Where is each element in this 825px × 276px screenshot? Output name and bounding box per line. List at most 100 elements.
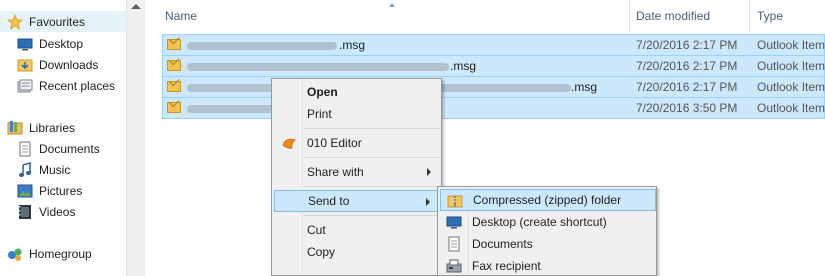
column-separator[interactable] (749, 0, 750, 32)
navigation-pane: Favourites Desktop Downloads Recent plac… (0, 0, 144, 276)
context-menu: Open Print 010 Editor Share with Send to… (271, 78, 442, 276)
nav-item-label: Downloads (39, 57, 99, 72)
menu-separator (304, 215, 439, 216)
menu-item-label: Cut (307, 223, 326, 237)
nav-item-label: Documents (39, 141, 100, 156)
nav-item-desktop[interactable]: Desktop (17, 33, 83, 54)
nav-item-music[interactable]: Music (17, 159, 70, 180)
menu-item-copy[interactable]: Copy (274, 241, 439, 263)
submenu-arrow-icon (426, 198, 430, 206)
fax-icon (446, 258, 462, 274)
documents-icon (446, 236, 462, 252)
menu-item-010-editor[interactable]: 010 Editor (274, 132, 439, 154)
nav-item-pictures[interactable]: Pictures (17, 180, 82, 201)
nav-item-label: Desktop (39, 36, 84, 51)
nav-item-recent-places[interactable]: Recent places (17, 75, 115, 96)
scroll-up-arrow-icon[interactable] (131, 4, 141, 9)
redacted-filename (187, 63, 449, 71)
music-icon (17, 161, 33, 178)
menu-item-cut[interactable]: Cut (274, 219, 439, 241)
homegroup-icon (7, 246, 23, 262)
menu-separator (304, 186, 439, 187)
nav-item-label: Favourites (29, 14, 86, 29)
outlook-message-icon (167, 81, 181, 92)
menu-item-documents[interactable]: Documents (440, 233, 656, 255)
file-name-extension: .msg (571, 80, 598, 94)
menu-item-label: Desktop (create shortcut) (472, 215, 607, 229)
menu-item-print[interactable]: Print (274, 103, 439, 125)
file-date-modified: 7/20/2016 3:50 PM (636, 101, 738, 115)
menu-item-send-to[interactable]: Send to (274, 190, 439, 212)
file-row[interactable]: .msg 7/20/2016 2:17 PM Outlook Item (162, 55, 825, 77)
nav-item-label: Homegroup (29, 246, 92, 261)
star-icon (6, 13, 24, 30)
file-type: Outlook Item (757, 80, 825, 94)
file-type: Outlook Item (757, 59, 825, 73)
file-date-modified: 7/20/2016 2:17 PM (636, 38, 738, 52)
nav-item-videos[interactable]: Videos (17, 201, 75, 222)
menu-item-label: Documents (472, 237, 533, 251)
downloads-folder-icon (17, 57, 33, 73)
menu-item-compressed-folder[interactable]: Compressed (zipped) folder (440, 189, 656, 211)
menu-item-label: Send to (308, 194, 350, 208)
nav-item-homegroup[interactable]: Homegroup (7, 243, 92, 264)
menu-item-open[interactable]: Open (274, 81, 439, 103)
menu-item-desktop-shortcut[interactable]: Desktop (create shortcut) (440, 211, 656, 233)
column-header-label: Date modified (636, 9, 711, 23)
outlook-message-icon (167, 60, 181, 71)
file-row[interactable]: .msg 7/20/2016 2:17 PM Outlook Item (162, 34, 825, 56)
file-name-extension: .msg (339, 38, 366, 52)
menu-item-fax-recipient[interactable]: Fax recipient (440, 255, 656, 276)
desktop-icon (446, 214, 462, 230)
nav-item-favourites[interactable]: Favourites (0, 11, 126, 32)
menu-item-label: Share with (307, 165, 364, 179)
file-type: Outlook Item (757, 101, 825, 115)
submenu-arrow-icon (427, 168, 431, 176)
file-row[interactable]: .msg 7/20/2016 2:17 PM Outlook Item (162, 76, 825, 98)
menu-item-label: Fax recipient (472, 259, 541, 273)
menu-separator (304, 157, 439, 158)
menu-item-label: Compressed (zipped) folder (473, 193, 622, 207)
menu-item-share-with[interactable]: Share with (274, 161, 439, 183)
pictures-icon (17, 183, 33, 199)
desktop-icon (17, 36, 33, 52)
outlook-message-icon (167, 39, 181, 50)
send-to-submenu: Compressed (zipped) folder Desktop (crea… (437, 186, 657, 276)
file-type: Outlook Item (757, 38, 825, 52)
menu-item-label: Print (307, 107, 332, 121)
menu-separator (304, 128, 439, 129)
nav-item-label: Libraries (29, 120, 76, 135)
nav-item-documents[interactable]: Documents (17, 138, 100, 159)
column-header-name[interactable]: Name (165, 0, 197, 32)
redacted-filename (187, 42, 337, 50)
menu-item-label: 010 Editor (307, 136, 362, 150)
column-header-label: Name (165, 9, 198, 23)
outlook-message-icon (167, 102, 181, 113)
menu-item-label: Open (307, 85, 338, 99)
sort-ascending-icon (389, 3, 395, 7)
nav-item-label: Videos (39, 204, 76, 219)
nav-item-libraries[interactable]: Libraries (7, 117, 75, 138)
menu-item-label: Copy (307, 245, 336, 259)
column-separator[interactable] (629, 0, 630, 32)
documents-icon (17, 141, 33, 157)
nav-scrollbar[interactable] (126, 0, 144, 276)
recent-places-icon (17, 78, 33, 94)
nav-item-downloads[interactable]: Downloads (17, 54, 98, 75)
redacted-filename (187, 105, 275, 113)
pane-divider[interactable] (144, 0, 158, 276)
file-name-extension: .msg (450, 59, 477, 73)
nav-item-label: Music (39, 162, 71, 177)
nav-item-label: Recent places (39, 78, 116, 93)
file-date-modified: 7/20/2016 2:17 PM (636, 59, 738, 73)
zip-folder-icon (447, 193, 463, 209)
file-date-modified: 7/20/2016 2:17 PM (636, 80, 738, 94)
videos-icon (17, 204, 33, 220)
file-row[interactable]: 7/20/2016 3:50 PM Outlook Item (162, 97, 825, 119)
nav-item-label: Pictures (39, 183, 83, 198)
libraries-icon (7, 120, 23, 136)
column-header-type[interactable]: Type (757, 0, 783, 32)
column-header-label: Type (757, 9, 784, 23)
010-editor-icon (282, 136, 296, 150)
column-header-date-modified[interactable]: Date modified (636, 0, 710, 32)
